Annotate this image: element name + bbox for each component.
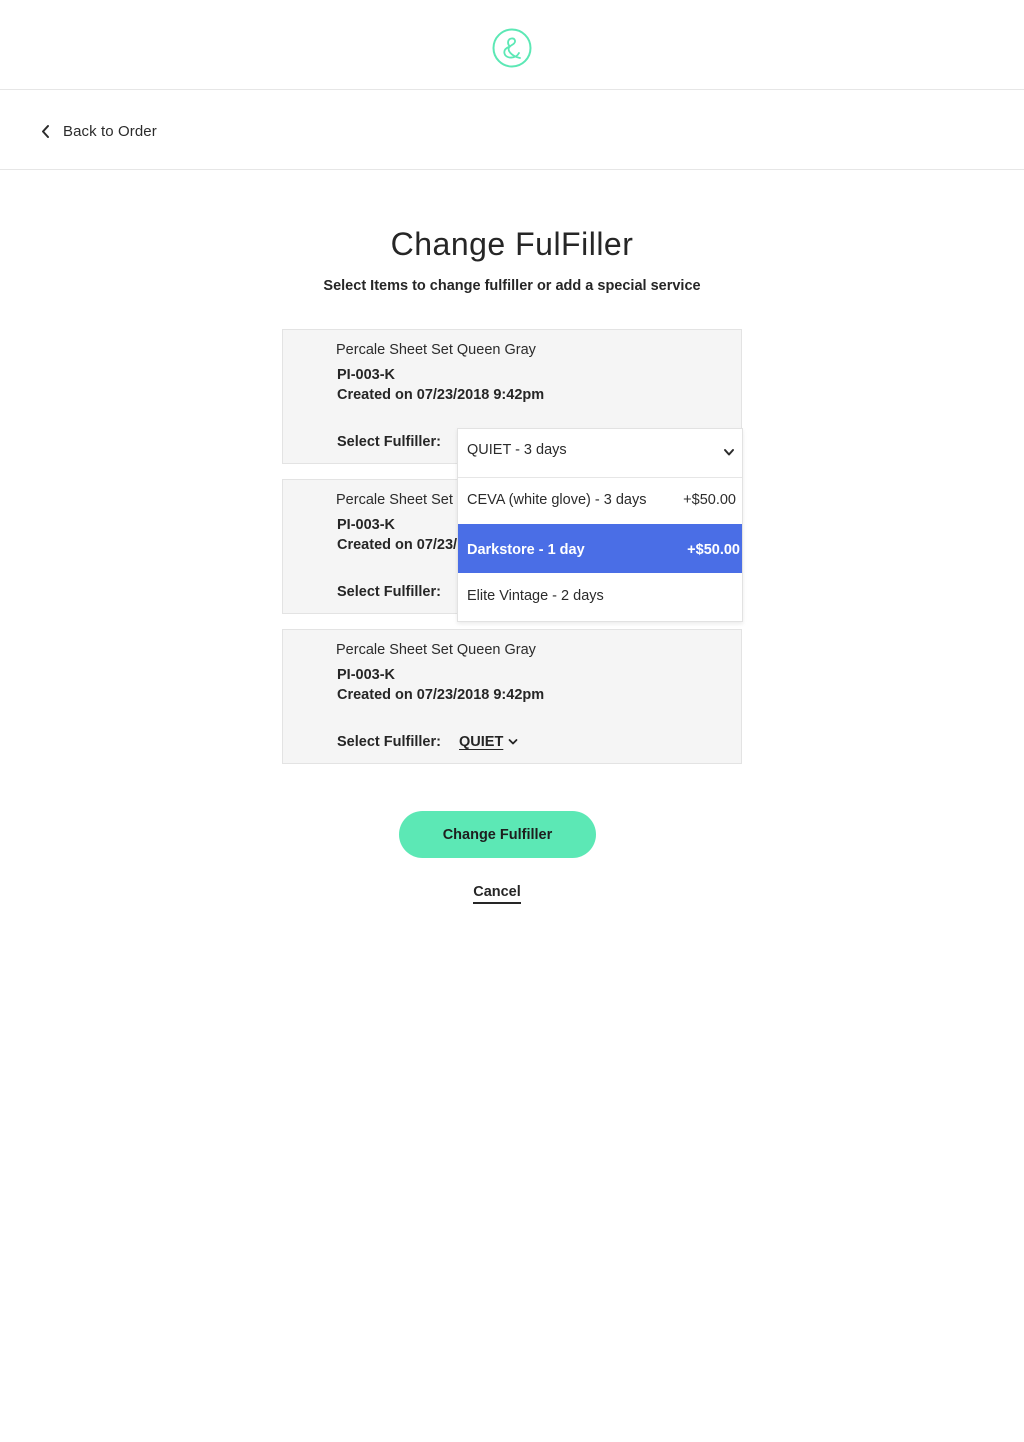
option-label: Elite Vintage - 2 days xyxy=(467,588,604,604)
chevron-left-icon xyxy=(42,125,49,138)
ampersand-logo-icon[interactable] xyxy=(492,28,532,68)
dropdown-option-highlighted[interactable]: Darkstore - 1 day +$50.00 xyxy=(458,524,742,573)
fulfiller-dropdown-selected[interactable]: QUIET - 3 days xyxy=(458,429,742,478)
change-fulfiller-button[interactable]: Change Fulfiller xyxy=(399,811,596,858)
option-price: +$50.00 xyxy=(683,492,736,508)
item-name: Percale Sheet Set Queen Gray xyxy=(336,642,536,658)
item-name: Percale Sheet Set Queen Gray xyxy=(336,342,536,358)
item-card: Percale Sheet Set Queen Gray PI-003-K Cr… xyxy=(282,629,742,764)
item-sku: PI-003-K xyxy=(337,667,396,683)
back-to-order-link[interactable]: Back to Order xyxy=(40,120,157,142)
option-label: CEVA (white glove) - 3 days xyxy=(467,492,647,508)
chevron-down-icon xyxy=(724,449,734,456)
top-header xyxy=(0,0,1024,90)
select-fulfiller-label: Select Fulfiller: xyxy=(337,584,441,600)
item-created-date: Created on 07/23/2018 9:42pm xyxy=(337,687,545,703)
back-to-order-label: Back to Order xyxy=(63,122,157,140)
fulfiller-dropdown[interactable]: QUIET - 3 days CEVA (white glove) - 3 da… xyxy=(457,428,743,622)
select-fulfiller-label: Select Fulfiller: xyxy=(337,734,441,750)
page-subtitle: Select Items to change fulfiller or add … xyxy=(323,278,701,294)
back-bar: Back to Order xyxy=(0,90,1024,170)
item-sku: PI-003-K xyxy=(337,517,396,533)
fulfiller-select-value: QUIET xyxy=(459,734,504,750)
item-sku: PI-003-K xyxy=(337,367,396,383)
item-created-date: Created on 07/23/2018 9:42pm xyxy=(337,387,545,403)
cancel-link[interactable]: Cancel xyxy=(473,884,521,904)
dropdown-option[interactable]: CEVA (white glove) - 3 days +$50.00 xyxy=(458,478,742,524)
select-fulfiller-label: Select Fulfiller: xyxy=(337,434,441,450)
chevron-down-icon xyxy=(508,739,518,745)
option-label: Darkstore - 1 day xyxy=(467,542,585,558)
cancel-link-wrapper: Cancel xyxy=(0,883,994,904)
fulfiller-dropdown-value: QUIET - 3 days xyxy=(467,442,567,458)
page-title: Change FulFiller xyxy=(390,226,634,262)
dropdown-option[interactable]: Elite Vintage - 2 days xyxy=(458,573,742,619)
option-price: +$50.00 xyxy=(687,542,740,558)
fulfiller-select-toggle[interactable]: QUIET xyxy=(459,734,518,750)
